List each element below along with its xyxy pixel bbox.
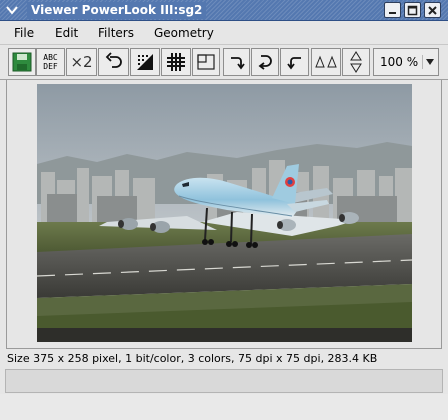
menubar: File Edit Filters Geometry	[0, 21, 448, 45]
photo-airplane-takeoff	[37, 84, 412, 342]
status-bar: Size 375 x 258 pixel, 1 bit/color, 3 col…	[7, 352, 378, 365]
menu-edit[interactable]: Edit	[55, 25, 78, 41]
secondary-status-bar	[5, 369, 443, 393]
rotate-180-icon	[258, 55, 272, 70]
zoom-combobox[interactable]: 100 %	[373, 48, 439, 76]
menu-geometry[interactable]: Geometry	[154, 25, 214, 41]
close-button[interactable]	[424, 2, 441, 18]
image-viewport[interactable]	[6, 80, 442, 349]
grid-button[interactable]	[161, 48, 191, 76]
def-label: DEF	[43, 62, 58, 71]
toolbar: ABC DEF ×2 100 %	[0, 45, 448, 80]
save-button[interactable]	[8, 48, 36, 76]
window-bottom-area	[0, 394, 448, 420]
zoom-x2-icon: ×2	[70, 53, 93, 71]
mirror-icon	[315, 55, 337, 68]
maximize-icon	[407, 5, 418, 15]
rotate-cw-button[interactable]	[223, 48, 250, 76]
abc-label: ABC	[43, 53, 58, 62]
close-icon	[428, 5, 437, 15]
text-button[interactable]: ABC DEF	[36, 48, 65, 76]
minimize-icon	[389, 11, 396, 14]
window-title: Viewer PowerLook III:sg2	[27, 2, 207, 19]
rotate-180-button[interactable]	[251, 48, 279, 76]
zoom-x2-button[interactable]: ×2	[66, 48, 97, 76]
undo-button[interactable]	[98, 48, 129, 76]
zoom-value: 100 %	[380, 55, 419, 69]
rotate-ccw-icon	[286, 57, 301, 70]
flip-icon	[350, 51, 362, 73]
minimize-button[interactable]	[384, 2, 401, 18]
crop-icon	[197, 54, 215, 70]
undo-icon	[105, 52, 122, 68]
grid-icon	[167, 53, 185, 71]
rotate-ccw-button[interactable]	[280, 48, 309, 76]
menu-file[interactable]: File	[14, 25, 34, 41]
window-menu-button[interactable]	[2, 2, 22, 18]
mirror-button[interactable]	[311, 48, 341, 76]
abc-def-icon: ABC DEF	[43, 53, 57, 71]
window-titlebar[interactable]: Viewer PowerLook III:sg2	[0, 0, 448, 21]
flip-button[interactable]	[342, 48, 370, 76]
halftone-button[interactable]	[130, 48, 160, 76]
crop-button[interactable]	[192, 48, 220, 76]
maximize-button[interactable]	[404, 2, 421, 18]
halftone-icon	[137, 54, 153, 70]
chevron-down-icon	[6, 6, 18, 15]
menu-filters[interactable]: Filters	[98, 25, 134, 41]
zoom-dropdown-button[interactable]	[422, 55, 437, 69]
caret-down-icon	[426, 59, 434, 65]
rotate-cw-icon	[230, 57, 245, 70]
save-icon	[12, 52, 32, 72]
